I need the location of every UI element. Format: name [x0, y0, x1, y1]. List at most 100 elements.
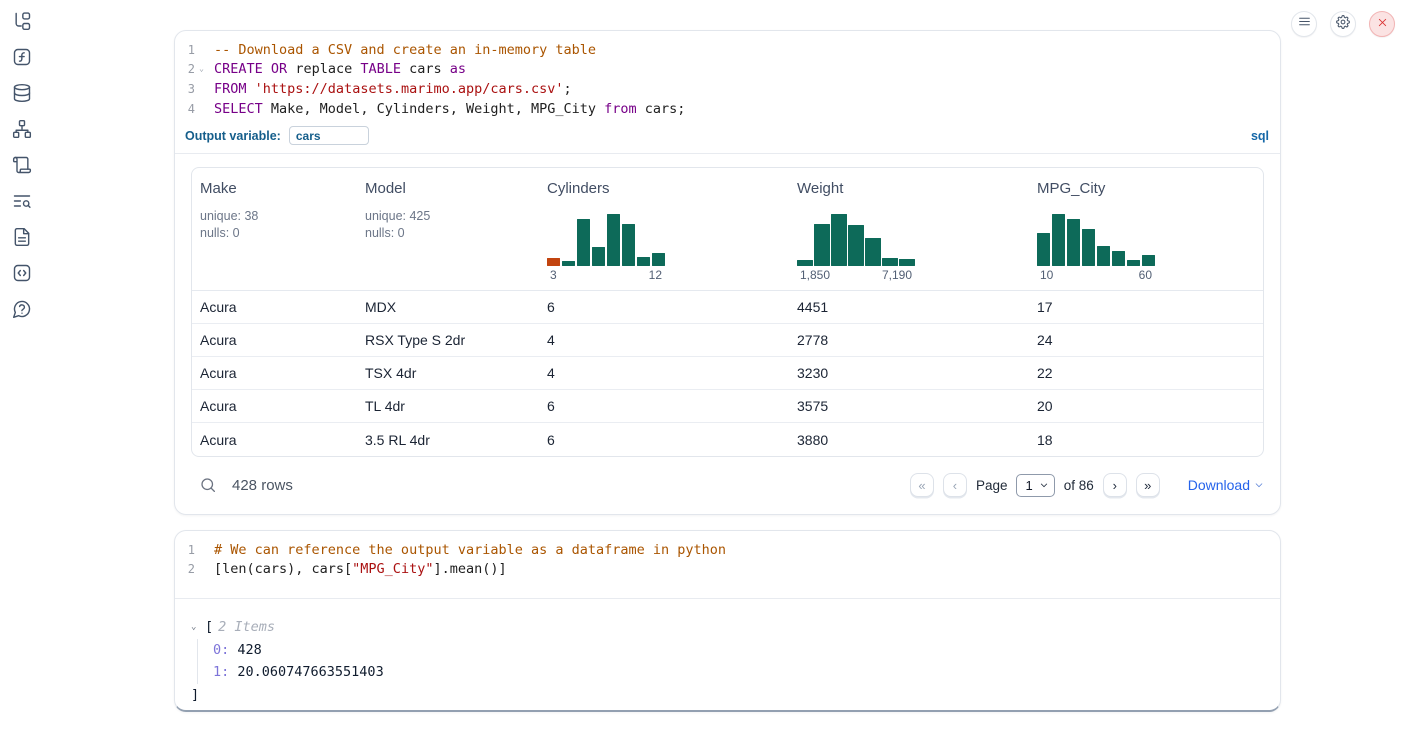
- sidebar-item-dependency-graph[interactable]: [12, 121, 32, 141]
- histogram-bar: [899, 259, 915, 266]
- output-entries: 0: 4281: 20.060747663551403: [197, 639, 1264, 684]
- column-header-make[interactable]: Makeunique: 38nulls: 0: [192, 168, 357, 290]
- search-icon[interactable]: [199, 476, 217, 494]
- table-row: Acura3.5 RL 4dr6388018: [192, 423, 1263, 456]
- histogram-bar: [1127, 260, 1140, 266]
- shutdown-button[interactable]: [1369, 11, 1395, 37]
- table-cell: MDX: [357, 299, 539, 315]
- column-summary: unique: 38nulls: 0: [200, 208, 357, 241]
- column-label: MPG_City: [1037, 180, 1263, 197]
- histogram-max-label: 7,190: [882, 268, 912, 284]
- code-text: FROM 'https://datasets.marimo.app/cars.c…: [208, 81, 572, 97]
- sidebar-item-file-explorer[interactable]: [12, 13, 32, 33]
- output-list: ⌄[2 Items: [191, 616, 1264, 639]
- table-cell: 18: [1029, 432, 1263, 448]
- file-tree-icon: [12, 11, 32, 36]
- line-number: 2: [175, 62, 195, 76]
- sidebar-item-snippets[interactable]: [12, 265, 32, 285]
- page-select[interactable]: 1: [1016, 474, 1054, 497]
- sidebar-item-scratchpad[interactable]: [12, 157, 32, 177]
- network-icon: [12, 119, 32, 144]
- first-page-button[interactable]: «: [910, 473, 934, 497]
- row-count: 428 rows: [232, 477, 293, 494]
- python-code-editor[interactable]: 1# We can reference the output variable …: [175, 531, 1280, 599]
- prev-page-button[interactable]: ‹: [943, 473, 967, 497]
- histogram-range-labels: 312: [547, 266, 665, 284]
- code-text: SELECT Make, Model, Cylinders, Weight, M…: [208, 101, 685, 117]
- fold-caret-icon[interactable]: ⌄: [195, 65, 208, 73]
- scroll-icon: [12, 155, 32, 180]
- sidebar-item-help[interactable]: [12, 301, 32, 321]
- code-square-icon: [12, 263, 32, 288]
- histogram-range-labels: 1,8507,190: [797, 266, 915, 284]
- line-number: 3: [175, 82, 195, 96]
- table-cell: TL 4dr: [357, 398, 539, 414]
- column-header-mpg_city[interactable]: MPG_City 1060: [1029, 168, 1263, 290]
- histogram-bar: [637, 257, 650, 267]
- entry-key: 1:: [213, 664, 229, 680]
- column-histogram: 312: [547, 214, 665, 284]
- line-number: 4: [175, 102, 195, 116]
- help-bubble-icon: [12, 299, 32, 324]
- histogram-bar: [814, 224, 830, 267]
- sidebar-item-datasources[interactable]: [12, 85, 32, 105]
- column-header-model[interactable]: Modelunique: 425nulls: 0: [357, 168, 539, 290]
- column-histogram: 1,8507,190: [797, 214, 915, 284]
- output-variable-row: Output variable: sql: [175, 121, 1280, 154]
- entry-value: 20.060747663551403: [229, 664, 383, 680]
- histogram-max-label: 60: [1139, 268, 1152, 284]
- code-text: [len(cars), cars["MPG_City"].mean()]: [208, 561, 507, 577]
- histogram-bars: [547, 214, 665, 266]
- column-label: Cylinders: [547, 180, 789, 197]
- histogram-bar: [652, 253, 665, 266]
- close-icon: [1377, 15, 1388, 33]
- collapse-caret-icon[interactable]: ⌄: [191, 616, 205, 639]
- sidebar: [0, 0, 44, 729]
- table-cell: 6: [539, 432, 789, 448]
- histogram-bar: [882, 258, 898, 266]
- histogram-bar: [1052, 214, 1065, 266]
- line-number: 1: [175, 543, 195, 557]
- table-footer: 428 rows « ‹ Page 1 of 86 › » Download: [191, 457, 1264, 513]
- table-cell: RSX Type S 2dr: [357, 332, 539, 348]
- column-header-weight[interactable]: Weight 1,8507,190: [789, 168, 1029, 290]
- table-cell: 4: [539, 365, 789, 381]
- histogram-bar: [562, 261, 575, 266]
- histogram-bar: [1067, 219, 1080, 267]
- hamburger-icon: [1298, 15, 1311, 33]
- column-header-cylinders[interactable]: Cylinders 312: [539, 168, 789, 290]
- items-count: 2 Items: [218, 616, 275, 639]
- table-cell: 2778: [789, 332, 1029, 348]
- gear-icon: [1336, 15, 1350, 34]
- histogram-bar: [1142, 255, 1155, 266]
- bracket-close: ]: [191, 684, 1264, 707]
- last-page-button[interactable]: »: [1136, 473, 1160, 497]
- download-button[interactable]: Download: [1188, 477, 1264, 493]
- histogram-bar: [1112, 251, 1125, 267]
- settings-button[interactable]: [1330, 11, 1356, 37]
- sidebar-item-variables[interactable]: [12, 49, 32, 69]
- histogram-bar: [577, 219, 590, 266]
- sidebar-item-logs[interactable]: [12, 193, 32, 213]
- file-text-icon: [12, 227, 32, 252]
- table-cell: 6: [539, 299, 789, 315]
- sql-code-editor[interactable]: 1-- Download a CSV and create an in-memo…: [175, 31, 1280, 121]
- histogram-bar: [797, 260, 813, 266]
- histogram-bar: [865, 238, 881, 267]
- table-cell: 6: [539, 398, 789, 414]
- output-variable-input[interactable]: [289, 126, 369, 145]
- menu-button[interactable]: [1291, 11, 1317, 37]
- table-cell: 3230: [789, 365, 1029, 381]
- table-header: Makeunique: 38nulls: 0Modelunique: 425nu…: [192, 168, 1263, 291]
- output-entry: 1: 20.060747663551403: [213, 661, 1264, 684]
- sidebar-item-documentation[interactable]: [12, 229, 32, 249]
- next-page-button[interactable]: ›: [1103, 473, 1127, 497]
- page-label: Page: [976, 478, 1008, 493]
- page-total: of 86: [1064, 478, 1094, 493]
- data-table: Makeunique: 38nulls: 0Modelunique: 425nu…: [191, 167, 1264, 457]
- line-number: 1: [175, 43, 195, 57]
- column-label: Weight: [797, 180, 1029, 197]
- histogram-min-label: 3: [550, 268, 557, 284]
- histogram-bar: [1037, 233, 1050, 267]
- column-histogram: 1060: [1037, 214, 1155, 284]
